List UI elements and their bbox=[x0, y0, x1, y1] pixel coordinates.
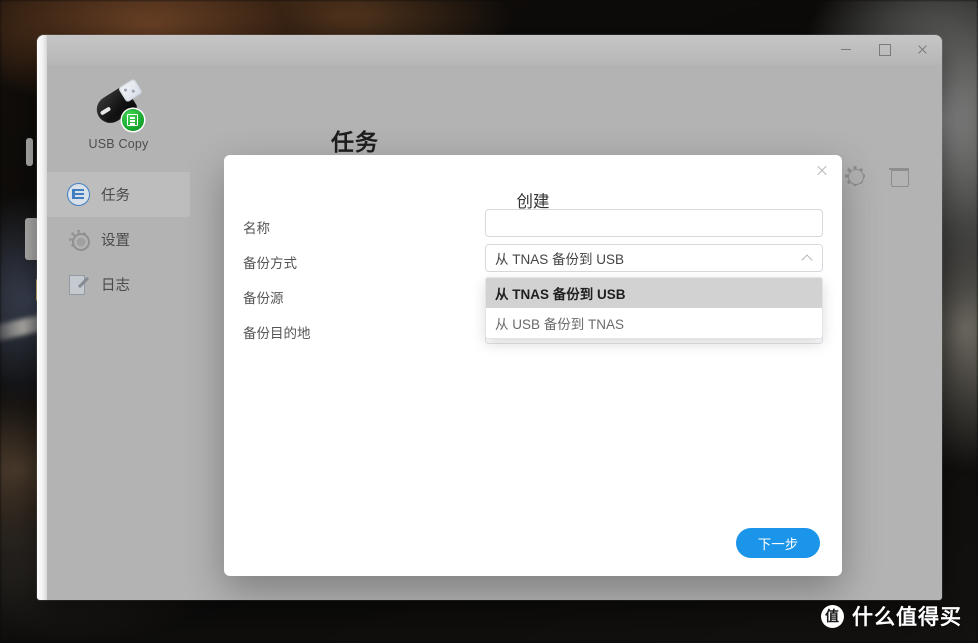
backup-method-control: 从 TNAS 备份到 USB bbox=[485, 244, 823, 272]
gear-icon bbox=[67, 228, 90, 251]
close-icon[interactable] bbox=[814, 162, 830, 178]
app-brand: USB Copy bbox=[47, 65, 190, 151]
field-row-backup-method: 备份方式 从 TNAS 备份到 USB bbox=[224, 244, 842, 279]
dropdown-option[interactable]: 从 USB 备份到 TNAS bbox=[486, 308, 822, 338]
copy-badge-icon bbox=[121, 109, 144, 131]
sidebar-item-tasks[interactable]: 任务 bbox=[47, 172, 190, 217]
window-left-rail bbox=[37, 35, 47, 600]
watermark: 值 什么值得买 bbox=[821, 601, 962, 631]
watermark-logo: 值 bbox=[821, 604, 844, 628]
name-control bbox=[485, 209, 823, 237]
task-settings-button[interactable] bbox=[844, 165, 866, 187]
minimize-icon[interactable] bbox=[838, 41, 854, 57]
backup-method-label: 备份方式 bbox=[243, 256, 297, 271]
desktop: USB Copy 任务 设置 日志 任务 创建 名称 备份方式 从 TNAS 备… bbox=[0, 0, 978, 643]
sidebar-item-label: 设置 bbox=[101, 233, 130, 249]
sidebar-nav: 任务 设置 日志 bbox=[47, 172, 190, 307]
close-icon[interactable] bbox=[914, 41, 930, 57]
tasks-icon bbox=[67, 183, 90, 206]
sidebar-item-label: 日志 bbox=[101, 278, 130, 294]
chevron-up-icon bbox=[801, 254, 813, 266]
log-icon bbox=[67, 273, 90, 296]
page-title: 任务 bbox=[331, 129, 379, 155]
sidebar-item-settings[interactable]: 设置 bbox=[47, 217, 190, 262]
name-label: 名称 bbox=[243, 221, 270, 236]
sidebar-item-logs[interactable]: 日志 bbox=[47, 262, 190, 307]
name-input[interactable] bbox=[485, 209, 823, 237]
app-window: USB Copy 任务 设置 日志 任务 创建 名称 备份方式 从 TNAS 备… bbox=[37, 35, 942, 600]
backup-destination-label: 备份目的地 bbox=[243, 326, 311, 341]
create-task-form: 名称 备份方式 从 TNAS 备份到 USB 备份源 备份目的地 从 TNAS … bbox=[224, 209, 842, 349]
backup-source-label: 备份源 bbox=[243, 291, 284, 306]
window-controls bbox=[838, 41, 930, 57]
next-button[interactable]: 下一步 bbox=[736, 528, 820, 558]
field-row-name: 名称 bbox=[224, 209, 842, 244]
background-chip bbox=[26, 138, 33, 166]
maximize-icon[interactable] bbox=[876, 41, 892, 57]
app-name-label: USB Copy bbox=[88, 137, 149, 151]
sidebar-item-label: 任务 bbox=[101, 188, 130, 204]
usb-drive-icon bbox=[90, 78, 148, 131]
backup-method-dropdown: 从 TNAS 备份到 USB 从 USB 备份到 TNAS bbox=[485, 277, 823, 339]
backup-method-select[interactable]: 从 TNAS 备份到 USB bbox=[485, 244, 823, 272]
delete-task-button[interactable] bbox=[888, 165, 910, 187]
title-bar[interactable] bbox=[47, 35, 942, 65]
dialog-footer: 下一步 bbox=[736, 528, 820, 558]
dropdown-option[interactable]: 从 TNAS 备份到 USB bbox=[486, 278, 822, 308]
create-task-dialog: 创建 名称 备份方式 从 TNAS 备份到 USB 备份源 备份目的地 从 TN… bbox=[224, 155, 842, 576]
sidebar: USB Copy 任务 设置 日志 bbox=[47, 65, 190, 600]
backup-method-value: 从 TNAS 备份到 USB bbox=[495, 252, 625, 267]
watermark-text: 什么值得买 bbox=[852, 606, 962, 629]
